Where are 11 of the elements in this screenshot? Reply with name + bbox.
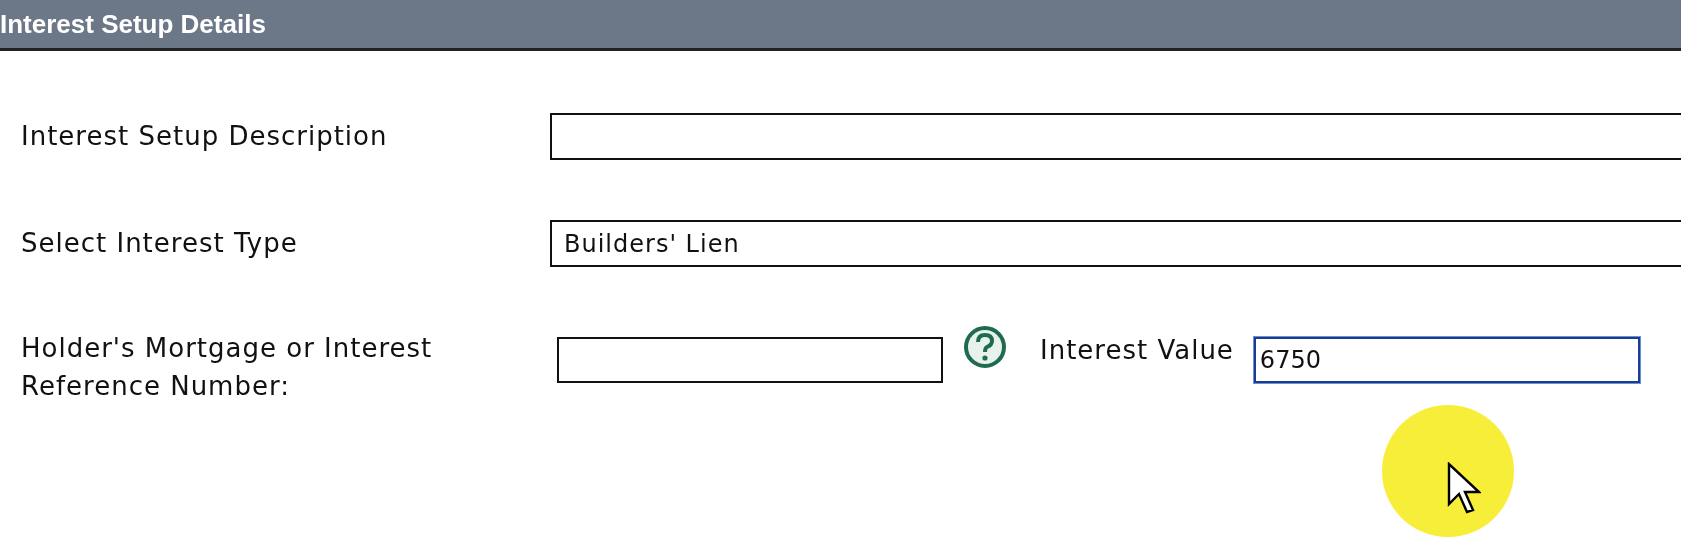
interest-value-field[interactable]: 6750: [1253, 337, 1640, 383]
reference-number-field[interactable]: [557, 337, 943, 383]
field-label: Interest Setup Description: [21, 120, 389, 153]
interest-type-select[interactable]: Builders' Lien: [550, 220, 1681, 267]
field-label: Interest Value: [1040, 334, 1234, 367]
section-title: Interest Setup Details: [0, 7, 266, 41]
description-field[interactable]: [550, 113, 1681, 160]
field-label: Holder's Mortgage or Interest Reference Number:: [21, 332, 434, 403]
cursor-icon: [1447, 462, 1481, 514]
help-icon[interactable]: [963, 325, 1007, 369]
field-label: Select Interest Type: [21, 227, 299, 260]
